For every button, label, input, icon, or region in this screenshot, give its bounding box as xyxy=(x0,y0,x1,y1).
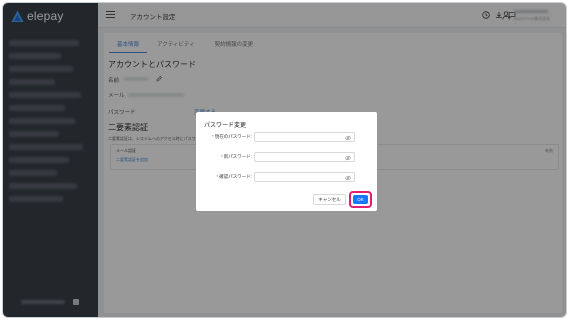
ok-button[interactable]: OK xyxy=(353,195,368,204)
current-password-row: *現在のパスワード: xyxy=(204,132,369,142)
cancel-button[interactable]: キャンセル xyxy=(313,194,346,205)
password-change-dialog: パスワード変更 *現在のパスワード: *新パスワード: *確認パスワード: キャ… xyxy=(196,112,377,211)
dialog-title: パスワード変更 xyxy=(204,123,247,129)
confirm-password-input[interactable] xyxy=(254,172,355,182)
new-password-label: *新パスワード: xyxy=(220,154,252,159)
eye-off-icon[interactable] xyxy=(345,175,351,181)
current-password-label: *現在のパスワード: xyxy=(211,134,252,139)
new-password-input[interactable] xyxy=(254,152,355,162)
new-password-row: *新パスワード: xyxy=(204,152,369,162)
confirm-password-label: *確認パスワード: xyxy=(216,174,252,179)
confirm-password-row: *確認パスワード: xyxy=(204,172,369,182)
app-window: elepay アカウント設定 ELESTYLE株式会社 基本情報 アクティビティ… xyxy=(2,2,567,318)
current-password-input[interactable] xyxy=(254,132,355,142)
ok-button-highlight: OK xyxy=(349,191,372,208)
eye-off-icon[interactable] xyxy=(345,135,351,141)
eye-off-icon[interactable] xyxy=(345,155,351,161)
